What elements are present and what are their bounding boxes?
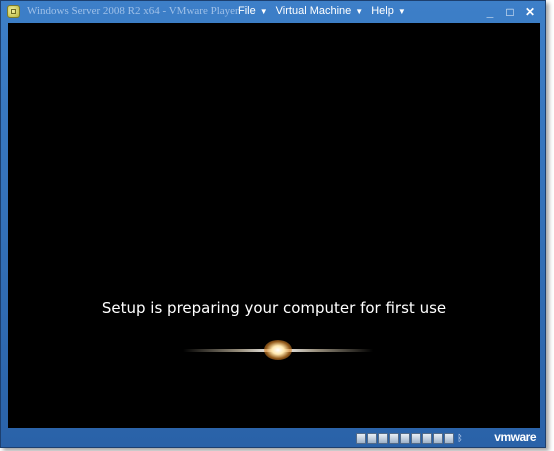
window-controls: _ □ ✕ [483, 5, 537, 19]
network-adapter-icon[interactable] [389, 433, 399, 444]
menu-file[interactable]: File ▼ [238, 5, 268, 17]
vmware-logo: vmware [494, 430, 536, 444]
menu-virtual-machine-label: Virtual Machine [275, 5, 352, 17]
menu-virtual-machine[interactable]: Virtual Machine ▼ [276, 5, 364, 17]
vmware-player-window: Windows Server 2008 R2 x64 - VMware Play… [0, 0, 546, 448]
menu-file-label: File [238, 5, 256, 17]
menu-bar: File ▼ Virtual Machine ▼ Help ▼ [238, 5, 414, 17]
minimize-button[interactable]: _ [483, 5, 497, 19]
device-tray: ᛒ [356, 433, 465, 444]
chevron-down-icon: ▼ [355, 6, 364, 16]
window-title: Windows Server 2008 R2 x64 - VMware Play… [27, 5, 239, 17]
close-button[interactable]: ✕ [523, 5, 537, 19]
chevron-down-icon: ▼ [397, 6, 406, 16]
boot-animation-glow [183, 340, 373, 360]
cd-dvd-icon[interactable] [367, 433, 377, 444]
menu-help-label: Help [371, 5, 394, 17]
bluetooth-icon[interactable]: ᛒ [455, 433, 465, 444]
title-bar[interactable]: Windows Server 2008 R2 x64 - VMware Play… [1, 1, 545, 23]
display-icon[interactable] [433, 433, 443, 444]
vmware-app-icon[interactable] [7, 5, 20, 18]
floppy-icon[interactable] [378, 433, 388, 444]
menu-help[interactable]: Help ▼ [371, 5, 406, 17]
guest-display[interactable]: Setup is preparing your computer for fir… [8, 23, 540, 428]
maximize-button[interactable]: □ [503, 5, 517, 19]
message-icon[interactable] [444, 433, 454, 444]
hard-disk-icon[interactable] [356, 433, 366, 444]
sound-card-icon[interactable] [411, 433, 421, 444]
status-bar: ᛒ vmware [1, 428, 545, 447]
chevron-down-icon: ▼ [259, 6, 268, 16]
glow-core [264, 340, 292, 360]
printer-icon[interactable] [422, 433, 432, 444]
usb-controller-icon[interactable] [400, 433, 410, 444]
setup-status-text: Setup is preparing your computer for fir… [101, 299, 447, 317]
